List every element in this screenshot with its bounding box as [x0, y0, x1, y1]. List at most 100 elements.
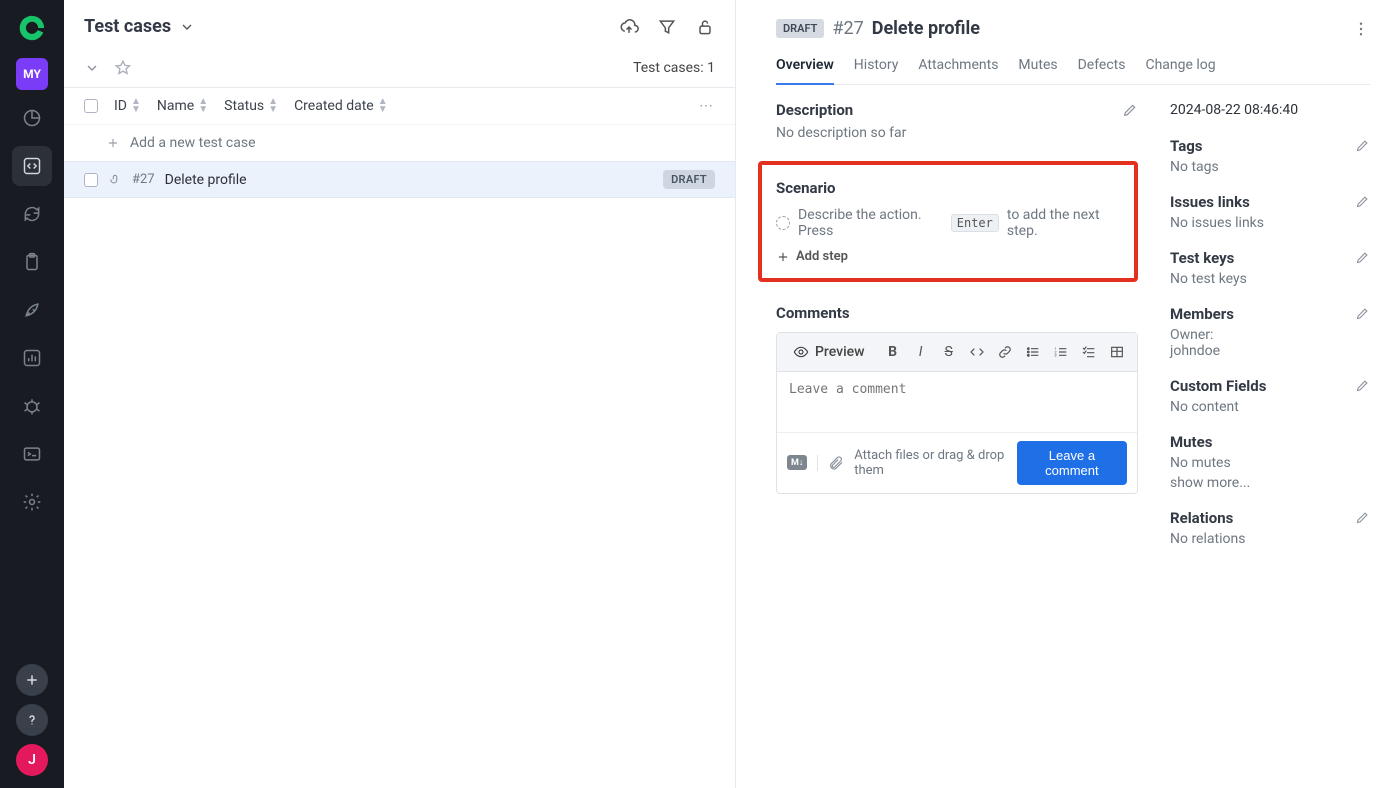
detail-title-text: Delete profile: [872, 18, 980, 39]
filter-icon[interactable]: [657, 17, 677, 37]
members-block: Members Owner: johndoe: [1170, 305, 1370, 359]
description-section: Description No description so far: [776, 101, 1138, 141]
col-created[interactable]: Created date▲▼: [294, 98, 388, 114]
detail-id: #27: [832, 18, 863, 39]
add-test-case-row[interactable]: Add a new test case: [64, 125, 735, 161]
col-name[interactable]: Name▲▼: [157, 98, 208, 114]
custom-fields-block: Custom Fields No content: [1170, 377, 1370, 415]
nav-terminal-icon[interactable]: [12, 434, 52, 474]
project-badge[interactable]: MY: [16, 58, 48, 90]
row-id: #27: [132, 172, 155, 187]
nav-pie-icon[interactable]: [12, 98, 52, 138]
add-step-button[interactable]: Add step: [776, 249, 848, 264]
comments-section: Comments Preview B I S: [776, 304, 1138, 494]
collapse-icon[interactable]: [84, 60, 100, 76]
detail-panel: DRAFT #27 Delete profile Overview Histor…: [736, 0, 1400, 788]
edit-custom-icon[interactable]: [1355, 378, 1370, 393]
tab-overview[interactable]: Overview: [776, 57, 834, 85]
row-title: Delete profile: [165, 172, 247, 188]
nav-code-icon[interactable]: [12, 146, 52, 186]
bold-icon[interactable]: B: [881, 339, 905, 365]
row-checkbox[interactable]: [84, 173, 98, 187]
comment-textarea[interactable]: [777, 372, 1137, 428]
attach-icon[interactable]: [828, 455, 844, 471]
tab-changelog[interactable]: Change log: [1145, 57, 1215, 84]
plus-icon: [106, 136, 120, 150]
subheader: Test cases: 1: [64, 53, 735, 88]
row-status-chip: DRAFT: [663, 170, 715, 189]
col-status[interactable]: Status▲▼: [224, 98, 278, 114]
submit-comment-button[interactable]: Leave a comment: [1017, 441, 1127, 485]
tab-history[interactable]: History: [854, 57, 899, 84]
scenario-hint-pre: Describe the action. Press: [798, 207, 943, 239]
page-title: Test cases: [84, 16, 171, 37]
description-value: No description so far: [776, 125, 1138, 141]
bullet-list-icon[interactable]: [1021, 339, 1045, 365]
test-case-row[interactable]: #27 Delete profile DRAFT: [64, 161, 735, 198]
numbered-list-icon[interactable]: 123: [1049, 339, 1073, 365]
page-header: Test cases: [64, 0, 735, 53]
checklist-icon[interactable]: [1077, 339, 1101, 365]
nav-bar-chart-icon[interactable]: [12, 338, 52, 378]
col-id[interactable]: ID▲▼: [114, 98, 141, 114]
detail-tabs: Overview History Attachments Mutes Defec…: [776, 57, 1370, 85]
code-icon[interactable]: [965, 339, 989, 365]
link-icon[interactable]: [993, 339, 1017, 365]
relations-block: Relations No relations: [1170, 509, 1370, 547]
owner-label: Owner:: [1170, 327, 1370, 343]
testkeys-value: No test keys: [1170, 271, 1370, 287]
edit-members-icon[interactable]: [1355, 306, 1370, 321]
tags-value: No tags: [1170, 159, 1370, 175]
nav-settings-icon[interactable]: [12, 482, 52, 522]
strike-icon[interactable]: S: [937, 339, 961, 365]
detail-sidebar: 2024-08-22 08:46:40 Tags No tags Issues …: [1170, 101, 1370, 565]
nav-cycle-icon[interactable]: [12, 194, 52, 234]
markdown-badge: M↓: [787, 455, 807, 470]
preview-toggle[interactable]: Preview: [785, 340, 873, 364]
tab-defects[interactable]: Defects: [1078, 57, 1126, 84]
scenario-step-input[interactable]: Describe the action. Press Enter to add …: [776, 207, 1120, 239]
owner-value: johndoe: [1170, 343, 1370, 359]
relations-value: No relations: [1170, 531, 1370, 547]
star-icon[interactable]: [114, 59, 132, 77]
edit-relations-icon[interactable]: [1355, 510, 1370, 525]
dashed-circle-icon: [776, 216, 790, 230]
scenario-section-highlighted: Scenario Describe the action. Press Ente…: [758, 161, 1138, 282]
drag-handle-icon[interactable]: [108, 173, 122, 187]
lock-icon[interactable]: [695, 17, 715, 37]
kebab-menu-icon[interactable]: [1352, 20, 1370, 38]
edit-testkeys-icon[interactable]: [1355, 250, 1370, 265]
columns-more-icon[interactable]: ⋯: [699, 98, 715, 114]
test-cases-panel: Test cases Te: [64, 0, 736, 788]
chevron-down-icon[interactable]: [179, 19, 195, 35]
edit-tags-icon[interactable]: [1355, 138, 1370, 153]
test-cases-count: Test cases: 1: [633, 60, 715, 76]
draft-chip: DRAFT: [776, 19, 824, 38]
tab-mutes[interactable]: Mutes: [1018, 57, 1057, 84]
nav-bug-icon[interactable]: [12, 386, 52, 426]
enter-key-hint: Enter: [951, 214, 999, 232]
nav-rocket-icon[interactable]: [12, 290, 52, 330]
user-avatar[interactable]: J: [16, 744, 48, 776]
mutes-show-more[interactable]: show more...: [1170, 475, 1370, 491]
select-all-checkbox[interactable]: [84, 99, 98, 113]
italic-icon[interactable]: I: [909, 339, 933, 365]
add-step-label: Add step: [796, 249, 848, 264]
description-label: Description: [776, 101, 853, 119]
tab-attachments[interactable]: Attachments: [918, 57, 998, 84]
add-button[interactable]: [16, 664, 48, 696]
detail-header: DRAFT #27 Delete profile: [776, 18, 1370, 39]
comment-toolbar: Preview B I S: [777, 333, 1137, 372]
app-logo[interactable]: [16, 12, 48, 44]
help-button[interactable]: [16, 704, 48, 736]
edit-description-icon[interactable]: [1122, 102, 1138, 118]
table-icon[interactable]: [1105, 339, 1129, 365]
add-test-case-label: Add a new test case: [130, 135, 256, 151]
upload-icon[interactable]: [619, 17, 639, 37]
created-timestamp: 2024-08-22 08:46:40: [1170, 101, 1370, 121]
testkeys-block: Test keys No test keys: [1170, 249, 1370, 287]
nav-clipboard-icon[interactable]: [12, 242, 52, 282]
edit-issues-icon[interactable]: [1355, 194, 1370, 209]
column-headers: ID▲▼ Name▲▼ Status▲▼ Created date▲▼ ⋯: [64, 88, 735, 125]
scenario-label: Scenario: [776, 179, 1120, 197]
